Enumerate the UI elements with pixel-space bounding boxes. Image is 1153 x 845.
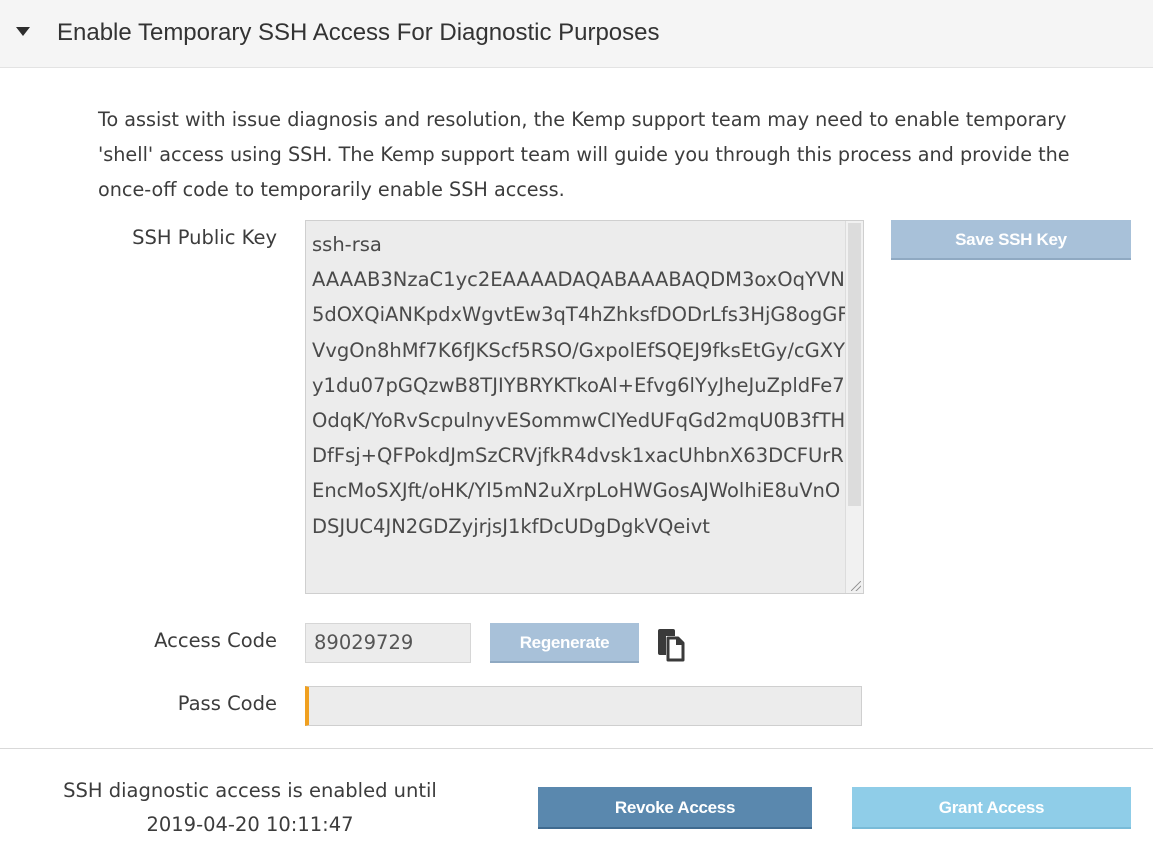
ssh-public-key-value: ssh-rsa AAAAB3NzaC1yc2EAAAADAQABAAABAQDM… (312, 233, 849, 538)
save-ssh-key-button[interactable]: Save SSH Key (891, 220, 1131, 260)
textarea-scrollbar[interactable] (845, 221, 863, 593)
pass-code-input[interactable] (305, 686, 862, 726)
access-code-field: 89029729 (305, 623, 471, 663)
section-header[interactable]: Enable Temporary SSH Access For Diagnost… (0, 0, 1153, 68)
ssh-status-text: SSH diagnostic access is enabled until 2… (10, 774, 490, 842)
access-code-label: Access Code (154, 629, 277, 652)
status-expiry-timestamp: 2019-04-20 10:11:47 (146, 813, 354, 836)
scrollbar-thumb[interactable] (848, 223, 861, 506)
ssh-public-key-textarea[interactable]: ssh-rsa AAAAB3NzaC1yc2EAAAADAQABAAABAQDM… (305, 220, 864, 594)
collapse-arrow-icon[interactable] (16, 27, 30, 36)
pass-code-label: Pass Code (177, 692, 277, 715)
divider (0, 748, 1153, 749)
grant-access-button[interactable]: Grant Access (852, 787, 1131, 829)
resize-grip-icon[interactable] (851, 581, 861, 591)
regenerate-button[interactable]: Regenerate (490, 623, 639, 663)
section-title: Enable Temporary SSH Access For Diagnost… (57, 19, 660, 46)
ssh-access-panel: Enable Temporary SSH Access For Diagnost… (0, 0, 1153, 845)
ssh-public-key-label: SSH Public Key (132, 226, 277, 249)
copy-to-clipboard-icon[interactable] (656, 627, 692, 663)
revoke-access-button[interactable]: Revoke Access (538, 787, 812, 829)
description-text: To assist with issue diagnosis and resol… (98, 108, 1070, 201)
status-line-1: SSH diagnostic access is enabled until (63, 779, 437, 802)
